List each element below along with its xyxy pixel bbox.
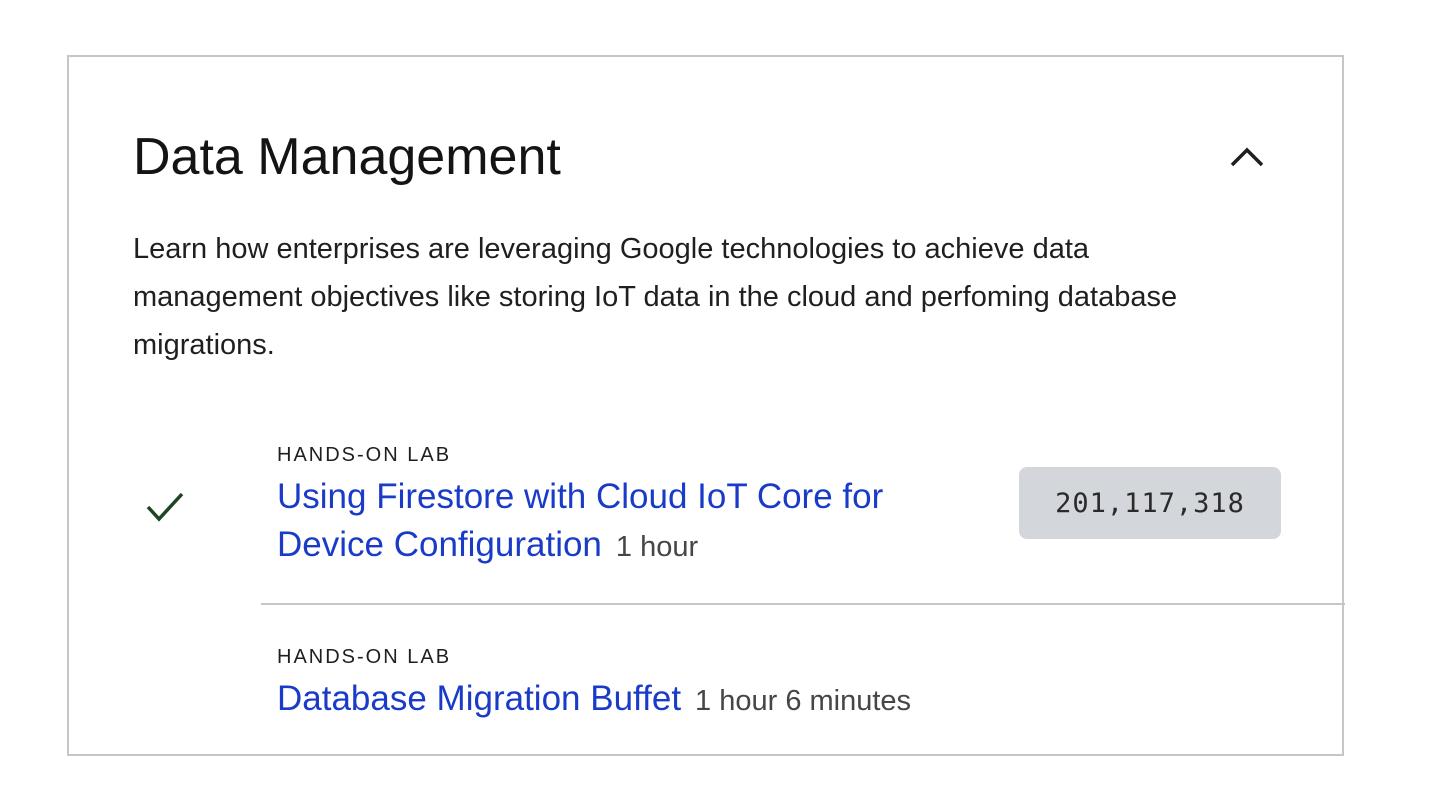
lab-kind-label: HANDS-ON LAB: [277, 646, 452, 668]
chevron-up-icon: [1230, 147, 1264, 167]
count-badge: 201,117,318: [1019, 467, 1281, 539]
lab-title-link[interactable]: Database Migration Buffet: [277, 679, 681, 718]
check-icon: [146, 492, 184, 522]
section-description: Learn how enterprises are leveraging Goo…: [133, 233, 1178, 361]
lab-title-line: Using Firestore with Cloud IoT Core for …: [277, 473, 977, 571]
lab-item: HANDS-ON LAB Using Firestore with Cloud …: [69, 433, 1344, 603]
collapse-button[interactable]: [1219, 129, 1275, 185]
lab-title-line: Database Migration Buffet 1 hour 6 minute…: [277, 675, 1277, 725]
lab-title-link[interactable]: Using Firestore with Cloud IoT Core for …: [277, 477, 883, 564]
section-title: Data Management: [133, 128, 561, 186]
lab-duration: 1 hour: [615, 531, 699, 563]
lab-kind-label: HANDS-ON LAB: [277, 444, 452, 466]
data-management-card: Data Management Learn how enterprises ar…: [67, 55, 1345, 756]
lab-item: HANDS-ON LAB Database Migration Buffet 1 …: [69, 605, 1344, 755]
lab-duration: 1 hour 6 minutes: [695, 685, 912, 717]
